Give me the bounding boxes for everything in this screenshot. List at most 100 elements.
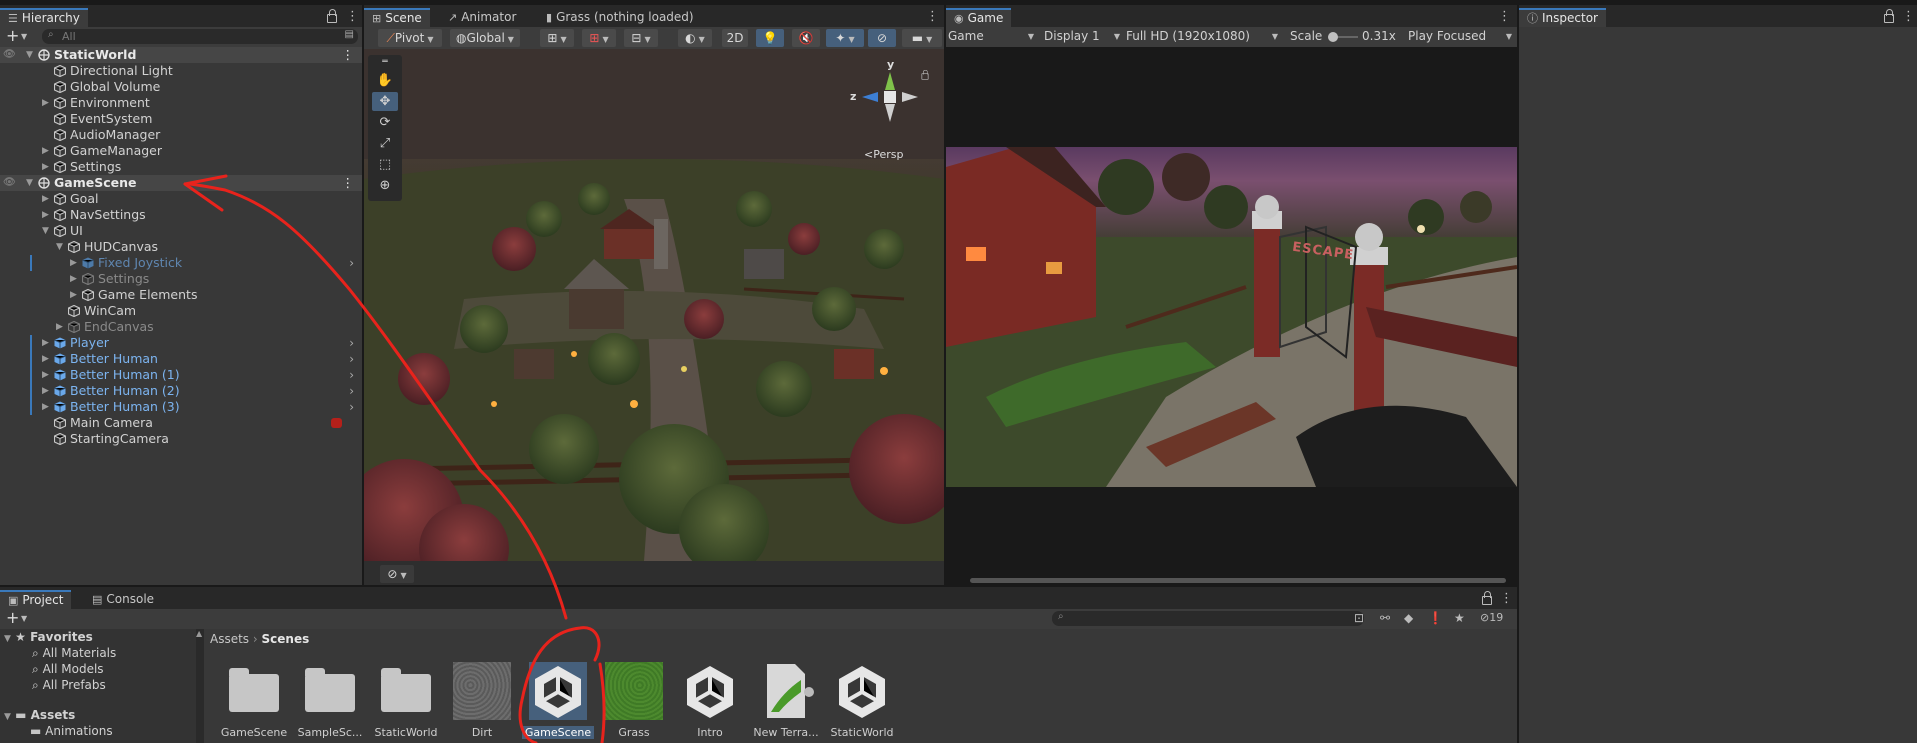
kebab-menu-icon[interactable]: ⋮: [926, 10, 939, 23]
lock-icon[interactable]: [327, 9, 337, 23]
move-tool-icon[interactable]: ✥: [372, 92, 398, 111]
hierarchy-item[interactable]: WinCam: [0, 303, 362, 319]
kebab-menu-icon[interactable]: ⋮: [342, 47, 355, 63]
hierarchy-scene-row[interactable]: 👁 ▼ GameScene ⋮: [0, 175, 362, 191]
add-button[interactable]: +: [6, 26, 19, 45]
expand-arrow-right-icon[interactable]: ▶: [42, 351, 49, 367]
hierarchy-item[interactable]: Directional Light: [0, 63, 362, 79]
hierarchy-item[interactable]: ▶ Environment: [0, 95, 362, 111]
kebab-menu-icon[interactable]: ⋮: [342, 175, 355, 191]
hierarchy-item[interactable]: ▶ Better Human (3) ›: [0, 399, 362, 415]
asset-item[interactable]: StaticWorld: [370, 662, 442, 739]
display-dropdown[interactable]: Display 1 ▼: [1044, 29, 1120, 43]
global-dropdown[interactable]: ◍Global ▼: [450, 29, 520, 47]
hierarchy-item[interactable]: ▶ Goal: [0, 191, 362, 207]
scene-gizmo[interactable]: y z: [850, 58, 930, 132]
asset-item[interactable]: SampleSc...: [294, 662, 366, 739]
asset-item[interactable]: GameScene: [218, 662, 290, 739]
hierarchy-item[interactable]: ▶ Better Human (1) ›: [0, 367, 362, 383]
scroll-up-icon[interactable]: ▲: [196, 629, 202, 638]
sidebar-scrollbar[interactable]: ▲: [196, 629, 204, 743]
lock-icon[interactable]: [1482, 591, 1492, 605]
tag-icon[interactable]: ◆: [1404, 611, 1413, 625]
chevron-right-icon[interactable]: ›: [349, 335, 354, 351]
hierarchy-item[interactable]: Global Volume: [0, 79, 362, 95]
scale-slider[interactable]: [1328, 32, 1358, 42]
search-by-type-icon[interactable]: ⊡: [1354, 611, 1364, 625]
audio-toggle[interactable]: 🔇: [792, 29, 820, 47]
favorite-item[interactable]: ⌕ All Models: [32, 662, 104, 677]
kebab-menu-icon[interactable]: ⋮: [346, 10, 359, 23]
hierarchy-item[interactable]: ▼ UI: [0, 223, 362, 239]
chevron-right-icon[interactable]: ›: [349, 255, 354, 271]
breadcrumb-item[interactable]: Assets: [210, 632, 249, 646]
assets-header[interactable]: ▼ ▬ Assets: [4, 708, 75, 722]
tab-grass[interactable]: ▮ Grass (nothing loaded): [538, 8, 702, 27]
expand-arrow-right-icon[interactable]: ▶: [70, 271, 77, 287]
resolution-dropdown[interactable]: Full HD (1920x1080) ▼: [1126, 29, 1278, 43]
hierarchy-item[interactable]: ▶ EndCanvas: [0, 319, 362, 335]
favorites-header[interactable]: ▼ ★ Favorites: [4, 630, 93, 644]
chevron-right-icon[interactable]: ›: [349, 399, 354, 415]
expand-arrow-right-icon[interactable]: ▶: [42, 335, 49, 351]
hierarchy-item[interactable]: ▶ GameManager: [0, 143, 362, 159]
search-by-label-icon[interactable]: ⚯: [1380, 611, 1390, 625]
chevron-right-icon[interactable]: ›: [349, 351, 354, 367]
rotate-tool-icon[interactable]: ⟳: [372, 113, 398, 132]
tab-game[interactable]: ◉ Game: [946, 8, 1012, 27]
favorite-star-icon[interactable]: ★: [1454, 611, 1465, 625]
drag-handle-icon[interactable]: ═: [372, 57, 398, 67]
expand-arrow-down-icon[interactable]: ▼: [56, 239, 63, 255]
expand-arrow-down-icon[interactable]: ▼: [26, 175, 33, 191]
expand-arrow-down-icon[interactable]: ▼: [26, 47, 33, 63]
game-mode-dropdown[interactable]: Game ▼: [948, 29, 1036, 43]
kebab-menu-icon[interactable]: ⋮: [1902, 10, 1915, 23]
effects-button[interactable]: ✦ ▼: [826, 29, 864, 47]
pivot-dropdown[interactable]: ⟋Pivot ▼: [378, 29, 442, 47]
expand-arrow-right-icon[interactable]: ▶: [42, 191, 49, 207]
hierarchy-item[interactable]: AudioManager: [0, 127, 362, 143]
asset-item[interactable]: StaticWorld: [826, 662, 898, 739]
overlay-menu-button[interactable]: ⊘ ▼: [380, 565, 414, 583]
camera-settings-button[interactable]: ▬ ▼: [902, 29, 942, 47]
expand-arrow-right-icon[interactable]: ▶: [42, 143, 49, 159]
expand-arrow-right-icon[interactable]: ▶: [70, 287, 77, 303]
hidden-packages-icon[interactable]: ⊘19: [1480, 611, 1503, 624]
hand-tool-icon[interactable]: ✋: [372, 71, 398, 90]
draw-mode-button[interactable]: ◐ ▼: [678, 29, 712, 47]
search-options-icon[interactable]: ▤: [345, 29, 354, 40]
expand-arrow-right-icon[interactable]: ▶: [42, 95, 49, 111]
favorite-item[interactable]: ⌕ All Materials: [32, 646, 116, 661]
tab-hierarchy[interactable]: ☰ Hierarchy: [0, 8, 88, 27]
asset-item[interactable]: New Terra...: [750, 662, 822, 739]
expand-arrow-right-icon[interactable]: ▶: [70, 255, 77, 271]
hierarchy-item[interactable]: ▶ Player ›: [0, 335, 362, 351]
expand-arrow-right-icon[interactable]: ▶: [42, 399, 49, 415]
kebab-menu-icon[interactable]: ⋮: [1500, 592, 1513, 605]
2d-toggle[interactable]: 2D: [722, 29, 748, 47]
asset-item[interactable]: Grass: [598, 662, 670, 739]
transform-tool-icon[interactable]: ⊕: [372, 176, 398, 195]
scene-visibility-toggle[interactable]: ⊘: [868, 29, 896, 47]
tab-project[interactable]: ▣ Project: [0, 590, 72, 609]
asset-folder-item[interactable]: ▬ Animations: [30, 724, 113, 738]
breadcrumb-item[interactable]: Scenes: [262, 632, 310, 646]
hierarchy-scene-row[interactable]: 👁 ▼ StaticWorld ⋮: [0, 47, 362, 63]
hierarchy-item[interactable]: ▶ NavSettings: [0, 207, 362, 223]
hierarchy-item[interactable]: ▶ Better Human ›: [0, 351, 362, 367]
rect-tool-icon[interactable]: ⬚: [372, 155, 398, 174]
favorite-item[interactable]: ⌕ All Prefabs: [32, 678, 106, 693]
kebab-menu-icon[interactable]: ⋮: [1498, 10, 1511, 23]
hierarchy-item[interactable]: ▶ Settings: [0, 271, 362, 287]
hierarchy-item[interactable]: ▶ Settings: [0, 159, 362, 175]
gizmo-lock-icon[interactable]: [921, 69, 929, 80]
expand-arrow-right-icon[interactable]: ▶: [42, 159, 49, 175]
grid-snap-button[interactable]: ⊞ ▼: [540, 29, 574, 47]
tab-inspector[interactable]: ⓘ Inspector: [1519, 8, 1606, 27]
chevron-right-icon[interactable]: ›: [349, 383, 354, 399]
tab-animator[interactable]: ↗ Animator: [440, 8, 524, 27]
game-horizontal-scrollbar[interactable]: [970, 578, 1506, 583]
play-mode-dropdown[interactable]: Play Focused ▼: [1408, 29, 1512, 43]
slider-thumb[interactable]: [1328, 32, 1338, 42]
asset-item[interactable]: Dirt: [446, 662, 518, 739]
